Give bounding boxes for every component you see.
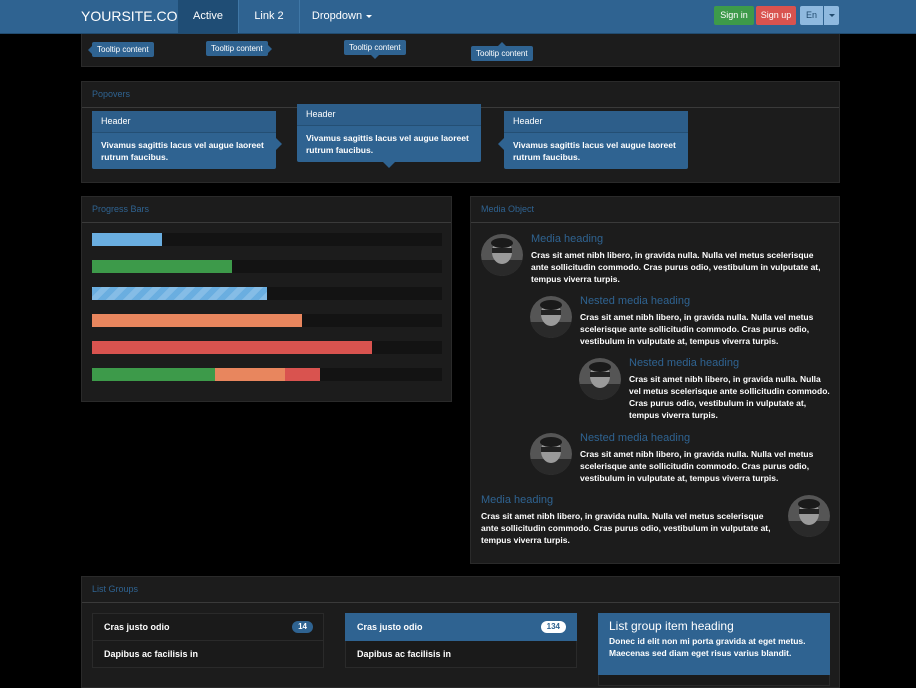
panel-heading: Progress Bars bbox=[82, 197, 451, 223]
avatar bbox=[530, 296, 572, 338]
list-item-active[interactable]: Cras justo odio 134 bbox=[345, 613, 577, 641]
list-group-item-text: Donec id elit non mi porta gravida at eg… bbox=[609, 636, 806, 658]
list-item-heading-active[interactable]: List group item heading Donec id elit no… bbox=[598, 613, 830, 675]
popover-content: Vivamus sagittis lacus vel augue laoreet… bbox=[101, 140, 264, 162]
sign-up-button[interactable]: Sign up bbox=[756, 6, 796, 25]
nav-item-link-2[interactable]: Link 2 bbox=[238, 0, 300, 33]
count-badge: 14 bbox=[292, 621, 313, 633]
list-item-label: Cras justo odio bbox=[357, 622, 423, 632]
person-photo-icon bbox=[530, 433, 572, 475]
avatar bbox=[788, 495, 830, 537]
popover-content: Vivamus sagittis lacus vel augue laoreet… bbox=[306, 133, 469, 155]
tooltip-bottom: Tooltip content bbox=[344, 40, 406, 59]
list-item[interactable] bbox=[598, 675, 830, 686]
progress-fill bbox=[92, 260, 232, 273]
tooltip-text: Tooltip content bbox=[476, 49, 528, 58]
list-item-label: Dapibus ac facilisis in bbox=[357, 649, 452, 659]
media-body: Cras sit amet nibh libero, in gravida nu… bbox=[531, 250, 821, 284]
tooltip-arrow bbox=[370, 55, 379, 59]
person-photo-icon bbox=[481, 234, 523, 276]
progress-bar bbox=[92, 314, 442, 327]
brand-logo[interactable]: YOURSITE.COM bbox=[81, 0, 189, 33]
media-heading: Media heading bbox=[481, 494, 554, 506]
tooltip-arrow bbox=[267, 45, 272, 53]
language-dropdown-toggle[interactable] bbox=[824, 6, 839, 25]
tooltip-arrow bbox=[88, 46, 92, 54]
tooltip-top: Tooltip content bbox=[471, 42, 533, 61]
chevron-down-icon bbox=[366, 14, 373, 18]
list-group-badges: Cras justo odio 14 Dapibus ac facilisis … bbox=[92, 613, 324, 668]
progress-fill bbox=[285, 368, 320, 381]
tooltips-panel: Tooltip content Tooltip content Tooltip … bbox=[81, 34, 840, 67]
list-item[interactable]: Dapibus ac facilisis in bbox=[345, 641, 577, 668]
media-heading: Nested media heading bbox=[580, 432, 691, 444]
popover-left: Header Vivamus sagittis lacus vel augue … bbox=[498, 111, 688, 169]
avatar bbox=[530, 433, 572, 475]
list-item-label: Dapibus ac facilisis in bbox=[104, 649, 199, 659]
progress-fill bbox=[215, 368, 285, 381]
list-item[interactable]: Dapibus ac facilisis in bbox=[92, 641, 324, 668]
popover-right: Header Vivamus sagittis lacus vel augue … bbox=[92, 111, 282, 169]
nav-dropdown-label: Dropdown bbox=[311, 10, 363, 22]
progress-bar bbox=[92, 341, 442, 354]
popover-arrow bbox=[498, 138, 504, 150]
popover-content: Vivamus sagittis lacus vel augue laoreet… bbox=[513, 140, 676, 162]
list-group-links: Cras justo odio 134 Dapibus ac facilisis… bbox=[345, 613, 577, 668]
popover-arrow bbox=[383, 162, 395, 168]
avatar bbox=[579, 358, 621, 400]
media-body: Cras sit amet nibh libero, in gravida nu… bbox=[580, 312, 814, 346]
list-item-label: Cras justo odio bbox=[104, 622, 170, 632]
progress-bar bbox=[92, 233, 442, 246]
count-badge: 134 bbox=[540, 621, 566, 633]
panel-heading: List Groups bbox=[82, 577, 839, 603]
list-group-custom: List group item heading Donec id elit no… bbox=[598, 613, 830, 686]
list-group-item-heading: List group item heading bbox=[609, 619, 734, 633]
nav-item-dropdown[interactable]: Dropdown bbox=[300, 0, 384, 33]
person-photo-icon bbox=[788, 495, 830, 537]
progress-fill bbox=[92, 233, 162, 246]
media-heading: Nested media heading bbox=[580, 295, 691, 307]
progress-fill bbox=[92, 368, 215, 381]
tooltip-text: Tooltip content bbox=[97, 45, 149, 54]
panel-heading: Media Object bbox=[471, 197, 839, 223]
progress-bar bbox=[92, 287, 442, 300]
tooltip-left: Tooltip content bbox=[88, 42, 154, 57]
list-groups-panel: List Groups Cras justo odio 14 Dapibus a… bbox=[81, 576, 840, 688]
person-photo-icon bbox=[579, 358, 621, 400]
tooltip-arrow bbox=[497, 42, 506, 46]
tooltip-text: Tooltip content bbox=[211, 44, 263, 53]
popover-bottom: Header Vivamus sagittis lacus vel augue … bbox=[297, 104, 481, 168]
nav-item-active[interactable]: Active bbox=[178, 0, 238, 33]
progress-fill bbox=[92, 341, 372, 354]
progress-fill bbox=[92, 287, 267, 300]
popover-header: Header bbox=[92, 111, 276, 133]
tooltip-text: Tooltip content bbox=[349, 43, 401, 52]
progress-bar bbox=[92, 260, 442, 273]
progress-bar bbox=[92, 368, 442, 381]
popover-header: Header bbox=[297, 104, 481, 126]
media-body: Cras sit amet nibh libero, in gravida nu… bbox=[629, 374, 830, 420]
tooltip-right: Tooltip content bbox=[206, 41, 272, 56]
chevron-down-icon bbox=[828, 14, 835, 18]
media-body: Cras sit amet nibh libero, in gravida nu… bbox=[580, 449, 814, 483]
popovers-panel: Popovers Header Vivamus sagittis lacus v… bbox=[81, 81, 840, 183]
list-item[interactable]: Cras justo odio 14 bbox=[92, 613, 324, 641]
popover-header: Header bbox=[504, 111, 688, 133]
progress-fill bbox=[92, 314, 302, 327]
media-body: Cras sit amet nibh libero, in gravida nu… bbox=[481, 511, 771, 545]
media-heading: Nested media heading bbox=[629, 357, 740, 369]
progress-bars-panel: Progress Bars bbox=[81, 196, 452, 402]
person-photo-icon bbox=[530, 296, 572, 338]
navbar: YOURSITE.COM Active Link 2 Dropdown Sign… bbox=[0, 0, 916, 34]
avatar bbox=[481, 234, 523, 276]
popover-arrow bbox=[276, 138, 282, 150]
media-heading: Media heading bbox=[531, 233, 604, 245]
language-button[interactable]: En bbox=[800, 6, 823, 25]
media-object-panel: Media Object Media heading Cras sit amet… bbox=[470, 196, 840, 564]
sign-in-button[interactable]: Sign in bbox=[714, 6, 754, 25]
